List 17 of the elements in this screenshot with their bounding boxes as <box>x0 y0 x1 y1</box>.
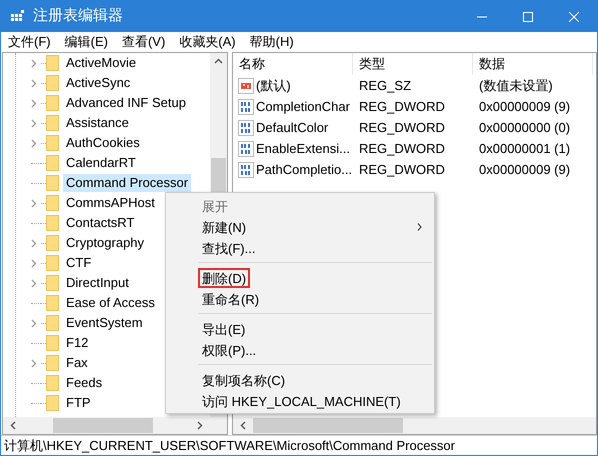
value-data: 0x00000001 (1) <box>479 140 570 156</box>
value-name: EnableExtensi... <box>256 140 350 158</box>
value-data: 0x00000000 (0) <box>479 120 570 135</box>
value-name: PathCompletio... <box>256 160 352 179</box>
value-type: REG_SZ <box>359 78 412 93</box>
window-title: 注册表编辑器 <box>33 6 123 26</box>
value-name: (默认) <box>256 76 291 95</box>
value-type: REG_DWORD <box>359 140 445 156</box>
status-bar: 计算机\HKEY_CURRENT_USER\SOFTWARE\Microsoft\Command Processor <box>1 435 597 455</box>
value-data: 0x00000009 (9) <box>479 98 570 114</box>
value-type: REG_DWORD <box>359 162 445 177</box>
value-type: REG_DWORD <box>359 98 445 114</box>
value-data: (数值未设置) <box>479 78 553 93</box>
value-data: 0x00000009 (9) <box>479 162 570 177</box>
value-name: CompletionChar <box>256 98 350 116</box>
value-name: DefaultColor <box>256 118 328 137</box>
value-type: REG_DWORD <box>359 120 445 135</box>
